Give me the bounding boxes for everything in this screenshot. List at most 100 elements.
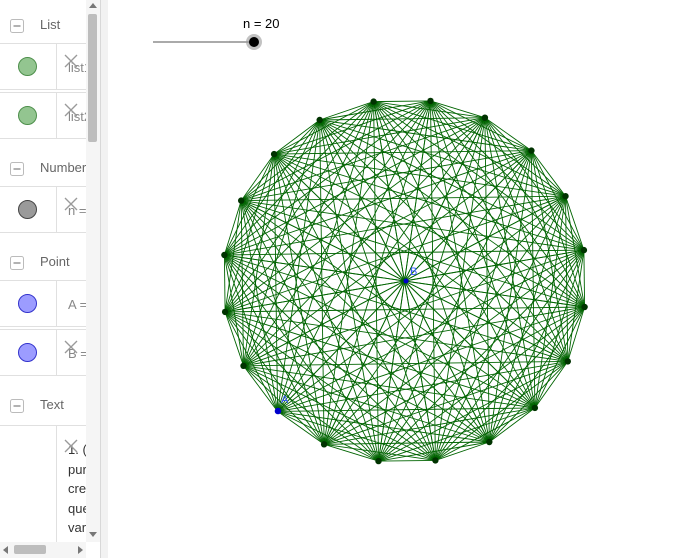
group-header-number[interactable]: Number: [0, 153, 86, 183]
group-header-point[interactable]: Point: [0, 247, 86, 277]
delete-icon[interactable]: [63, 438, 79, 454]
vertex-point[interactable]: [221, 251, 228, 259]
point-b-label: B: [410, 266, 417, 278]
diagonal-line: [277, 411, 325, 445]
scrollbar-thumb[interactable]: [14, 545, 46, 554]
diagonal-line: [373, 100, 431, 103]
collapse-icon[interactable]: [10, 399, 24, 413]
point-a[interactable]: [274, 407, 282, 415]
diagonal-line: [565, 196, 569, 362]
vertex-point[interactable]: [221, 308, 229, 316]
divider: [56, 426, 57, 558]
vertex-point[interactable]: [238, 197, 245, 204]
delete-icon[interactable]: [63, 339, 79, 355]
vertex-point[interactable]: [481, 114, 489, 121]
list-item[interactable]: n = 20: [0, 186, 86, 233]
vertex-point[interactable]: [270, 150, 278, 158]
list-item[interactable]: B = (...): [0, 329, 86, 376]
visibility-toggle-icon[interactable]: [18, 294, 37, 313]
list-item[interactable]: list2 = {...}: [0, 92, 86, 139]
diagonal-line: [243, 365, 278, 412]
vertex-point[interactable]: [320, 441, 328, 448]
vertex-point[interactable]: [316, 116, 323, 124]
visibility-toggle-icon[interactable]: [18, 343, 37, 362]
algebra-view: List list1 = {...} list2 = {...} Number …: [0, 0, 100, 558]
diagonal-line: [583, 250, 586, 308]
vertex-point[interactable]: [528, 147, 535, 154]
panel-splitter[interactable]: [100, 0, 108, 558]
delete-icon[interactable]: [63, 196, 79, 212]
spoke-line: [404, 280, 490, 443]
diagonal-line: [240, 200, 244, 366]
divider: [56, 93, 57, 138]
group-header-text[interactable]: Text: [0, 390, 86, 420]
vertex-point[interactable]: [564, 358, 571, 365]
diagonal-line: [323, 150, 532, 445]
delete-icon[interactable]: [63, 53, 79, 69]
diagonal-line: [435, 361, 569, 461]
spoke-line: [319, 119, 405, 282]
scroll-down-icon[interactable]: [89, 530, 97, 538]
vertex-point[interactable]: [562, 193, 569, 200]
diagonal-line: [240, 101, 374, 201]
collapse-icon[interactable]: [10, 162, 24, 176]
graphics-view[interactable]: A B: [108, 0, 700, 558]
diagonal-line: [324, 441, 490, 445]
vertex-point[interactable]: [427, 97, 434, 105]
spoke-line: [273, 153, 405, 282]
vertex-point[interactable]: [432, 457, 439, 464]
divider: [56, 187, 57, 232]
spoke-line: [243, 280, 405, 367]
list-item[interactable]: 1. ( pur cre que var pu: [0, 425, 86, 558]
vertex-point[interactable]: [240, 362, 247, 369]
diagonal-line: [488, 306, 585, 443]
text-line: cre: [68, 481, 86, 496]
vertical-scrollbar[interactable]: [86, 0, 100, 542]
list-item[interactable]: list1 = {...}: [0, 43, 86, 90]
scroll-left-icon[interactable]: [2, 546, 10, 554]
diagonal-line: [484, 117, 532, 151]
diagonal-line: [484, 117, 585, 251]
vertex-point[interactable]: [375, 457, 382, 465]
scroll-right-icon[interactable]: [76, 546, 84, 554]
text-value[interactable]: 1. ( pur cre que var pu: [68, 440, 86, 557]
scrollbar-thumb[interactable]: [88, 14, 97, 142]
slider-handle-dot[interactable]: [249, 37, 259, 47]
collapse-icon[interactable]: [10, 19, 24, 33]
group-header-list[interactable]: List: [0, 10, 86, 40]
collapse-icon[interactable]: [10, 256, 24, 270]
vertex-point[interactable]: [580, 246, 588, 254]
diagonal-line: [489, 407, 536, 443]
spoke-line: [404, 280, 536, 409]
diagonal-line: [378, 459, 436, 462]
spoke-line: [404, 195, 566, 282]
point-a-label: A: [281, 394, 289, 406]
visibility-toggle-icon[interactable]: [18, 106, 37, 125]
vertex-point[interactable]: [531, 404, 539, 412]
diagonal-line: [530, 150, 536, 408]
spoke-line: [404, 150, 532, 282]
diagonal-line: [430, 100, 566, 197]
vertex-point[interactable]: [581, 303, 588, 311]
vertex-point[interactable]: [486, 438, 493, 446]
scroll-up-icon[interactable]: [89, 2, 97, 10]
visibility-toggle-icon[interactable]: [18, 57, 37, 76]
vertex-point[interactable]: [370, 98, 377, 105]
diagonal-line: [273, 119, 320, 155]
divider: [56, 44, 57, 89]
divider: [56, 281, 57, 326]
group-label-number: Number: [40, 160, 87, 175]
horizontal-scrollbar[interactable]: [0, 542, 86, 558]
point-b[interactable]: [403, 278, 409, 284]
diagonal-line: [531, 150, 566, 197]
divider: [56, 330, 57, 375]
group-label-text: Text: [40, 397, 64, 412]
delete-icon[interactable]: [63, 102, 79, 118]
list-item[interactable]: A = (...): [0, 280, 86, 327]
visibility-toggle-icon[interactable]: [18, 200, 37, 219]
text-line: pur: [68, 461, 86, 477]
diagonal-line: [274, 150, 532, 155]
diagonal-line: [240, 153, 275, 201]
group-label-list: List: [40, 17, 61, 32]
list-item-value[interactable]: A = (...): [68, 297, 86, 312]
